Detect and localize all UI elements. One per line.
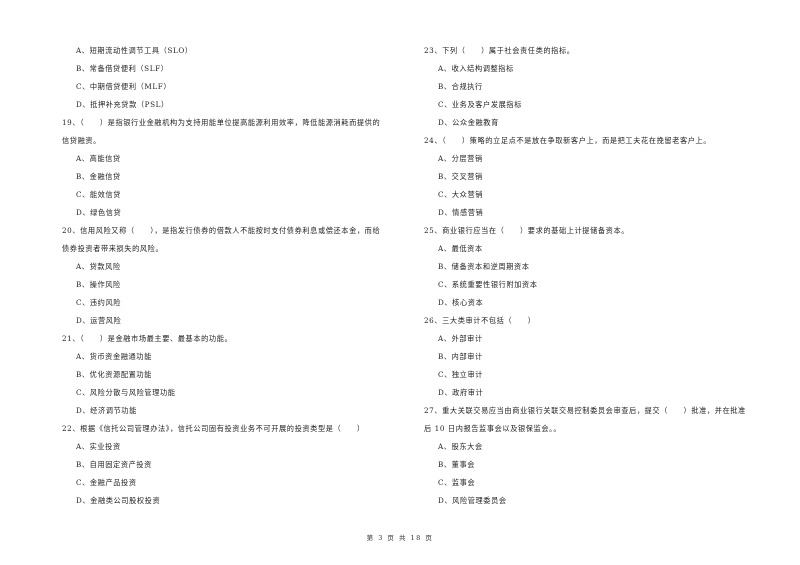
answer-option: C、金融产品投资 [76,478,137,487]
answer-option: B、自用固定资产投资 [76,460,152,469]
answer-option: A、短期流动性调节工具（SLO） [76,46,193,55]
question-text: 债券投资者带来损失的风险。 [62,244,164,253]
answer-option: D、抵押补充贷款（PSL） [76,100,169,109]
answer-option: B、金融信贷 [76,172,121,181]
answer-option: D、公众金融教育 [438,118,499,127]
answer-option: A、货币资金融通功能 [76,352,152,361]
answer-option: D、经济调节功能 [76,406,137,415]
answer-option: C、系统重要性银行附加资本 [438,280,538,289]
answer-option: A、高能信贷 [76,154,121,163]
answer-option: C、监事会 [438,478,476,487]
answer-option: B、内部审计 [438,352,483,361]
question-text: 信贷融资。 [62,136,101,145]
question-text: 27、重大关联交易应当由商业银行关联交易控制委员会审查后，提交（ ）批准，并在批… [424,406,746,415]
answer-option: D、政府审计 [438,388,484,397]
answer-option: B、董事会 [438,460,476,469]
right-column: 23、下列（ ）属于社会责任类的指标。 A、收入结构调整指标 B、合规执行 C、业务及… [424,42,774,510]
answer-option: D、风险管理委员会 [438,496,507,505]
answer-option: B、操作风险 [76,280,121,289]
answer-option: C、能效信贷 [76,190,122,199]
answer-option: C、风险分散与风险管理功能 [76,388,176,397]
question-text: 23、下列（ ）属于社会责任类的指标。 [424,46,575,55]
question-text: 19、（ ）是指银行业金融机构为支持用能单位提高能源利用效率，降低能源消耗而提供… [62,118,381,127]
answer-option: B、常备借贷便利（SLF） [76,64,169,73]
answer-option: B、储备资本和逆周期资本 [438,262,530,271]
answer-option: C、独立审计 [438,370,484,379]
answer-option: B、交叉营销 [438,172,483,181]
answer-option: C、违约风险 [76,298,122,307]
answer-option: A、分层营销 [438,154,483,163]
answer-option: D、绿色信贷 [76,208,122,217]
question-text: 20、信用风险又称（ ），是指发行债券的借款人不能按时支付债券利息或偿还本金，而… [62,226,381,235]
question-text: 26、三大类审计不包括（ ） [424,316,536,325]
answer-option: A、股东大会 [438,442,483,451]
answer-option: D、运营风险 [76,316,122,325]
answer-option: A、实业投资 [76,442,121,451]
question-text: 25、商业银行应当在（ ）要求的基础上计提储备资本。 [424,226,630,235]
answer-option: C、大众营销 [438,190,484,199]
answer-option: A、外部审计 [438,334,483,343]
answer-option: A、收入结构调整指标 [438,64,514,73]
answer-option: A、贷款风险 [76,262,121,271]
page-number-footer: 第 3 页 共 18 页 [366,534,434,542]
answer-option: D、核心资本 [438,298,484,307]
question-text: 21、（ ）是金融市场最主要、最基本的功能。 [62,334,233,343]
question-text: 22、根据《信托公司管理办法》，信托公司固有投资业务不可开展的投资类型是（ ） [62,424,365,433]
answer-option: B、优化资源配置功能 [76,370,152,379]
answer-option: D、情感营销 [438,208,484,217]
answer-option: A、最低资本 [438,244,483,253]
question-text: 后 10 日内报告监事会以及银保监会。。 [424,424,562,433]
answer-option: B、合规执行 [438,82,483,91]
document-page: A、短期流动性调节工具（SLO） B、常备借贷便利（SLF） C、中期借贷便利（ML… [0,0,800,565]
answer-option: D、金融类公司股权投资 [76,496,161,505]
answer-option: C、业务及客户发展指标 [438,100,522,109]
question-text: 24、（ ）策略的立足点不是放在争取新客户上，而是把工夫花在挽留老客户上。 [424,136,712,145]
answer-option: C、中期借贷便利（MLF） [76,82,172,91]
left-column: A、短期流动性调节工具（SLO） B、常备借贷便利（SLF） C、中期借贷便利（ML… [62,42,412,510]
